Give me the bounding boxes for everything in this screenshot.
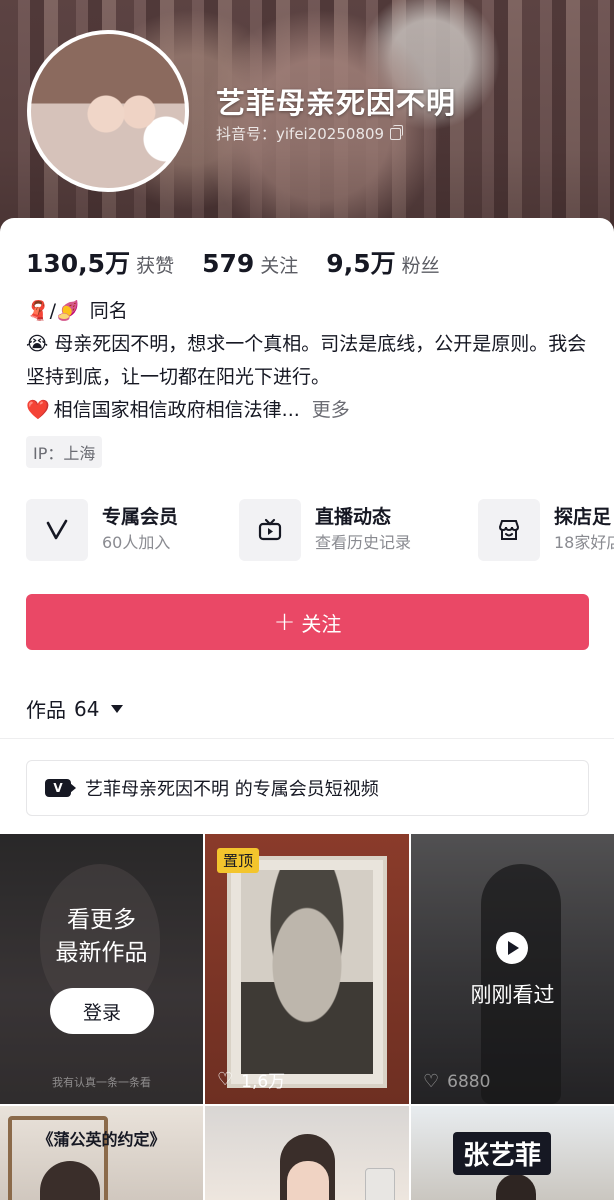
ip-location-tag: IP：上海 bbox=[26, 436, 103, 468]
stat-likes-label: 获赞 bbox=[136, 255, 175, 277]
entry-live[interactable]: 直播动态 查看历史记录 bbox=[239, 498, 411, 562]
heart-icon: ♡ bbox=[423, 1071, 440, 1092]
video-caption: 我有认真一条一条看 bbox=[52, 1076, 151, 1089]
like-count-value: 1,6万 bbox=[241, 1072, 286, 1092]
tab-works-count: 64 bbox=[74, 696, 100, 721]
bio-line-3: ❤️ 相信国家相信政府相信法律... 更多 bbox=[26, 394, 596, 427]
entry-store-title: 探店足 bbox=[554, 506, 612, 528]
tab-works-label: 作品 bbox=[26, 698, 66, 722]
plus-icon: + bbox=[273, 607, 296, 637]
entry-member-subtitle: 60人加入 bbox=[102, 533, 171, 552]
store-icon bbox=[478, 499, 540, 561]
bio-text-1: 同名 bbox=[89, 300, 128, 322]
stat-followers-value: 9,5万 bbox=[326, 249, 396, 278]
member-v-icon bbox=[26, 499, 88, 561]
bio-text-3: 相信国家相信政府相信法律... bbox=[53, 399, 300, 421]
follow-button[interactable]: + 关注 bbox=[26, 594, 589, 650]
entry-member[interactable]: 专属会员 60人加入 bbox=[26, 498, 178, 562]
entry-live-title: 直播动态 bbox=[315, 506, 392, 528]
phone-prop bbox=[365, 1168, 395, 1200]
douyin-id-row[interactable]: 抖音号：yifei20250809 bbox=[216, 123, 404, 144]
feature-entries: 专属会员 60人加入 直播动态 查看历史记录 探店足 18家好店 bbox=[26, 498, 614, 562]
portrait-photo-frame bbox=[227, 856, 387, 1088]
video-tile-3[interactable]: 刚刚看过 ♡ 6880 bbox=[411, 834, 614, 1104]
avatar[interactable] bbox=[27, 30, 189, 192]
bio-emoji-1: 🧣/🍠 bbox=[26, 300, 80, 322]
profile-name: 艺菲母亲死因不明 bbox=[216, 86, 457, 120]
bio-text-2: 母亲死因不明，想求一个真相。司法是底线，公开是原则。我会坚持到底，让一切都在阳光… bbox=[26, 333, 587, 388]
pinned-badge: 置顶 bbox=[217, 848, 260, 873]
login-button[interactable]: 登录 bbox=[50, 988, 154, 1034]
stat-likes-value: 130,5万 bbox=[26, 249, 131, 278]
portrait-photo bbox=[241, 870, 373, 1074]
stat-following-value: 579 bbox=[202, 249, 255, 278]
stat-followers[interactable]: 9,5万 粉丝 bbox=[326, 244, 439, 280]
video-title: 张艺菲 bbox=[453, 1132, 552, 1175]
member-video-icon: V bbox=[45, 779, 76, 797]
entry-member-title: 专属会员 bbox=[102, 506, 179, 528]
follow-button-label: 关注 bbox=[301, 611, 342, 636]
just-watched-label: 刚刚看过 bbox=[470, 983, 555, 1007]
bio-more-link[interactable]: 更多 bbox=[312, 394, 350, 427]
thumbnail-overlay bbox=[411, 834, 614, 1104]
entry-live-subtitle: 查看历史记录 bbox=[315, 533, 412, 552]
bio-line-1: 🧣/🍠 同名 bbox=[26, 295, 596, 328]
video-tile-1[interactable]: 看更多 最新作品 登录 我有认真一条一条看 bbox=[0, 834, 203, 1104]
video-tile-6[interactable]: 张艺菲 bbox=[411, 1106, 614, 1200]
person-silhouette bbox=[496, 1174, 536, 1200]
tv-icon bbox=[239, 499, 301, 561]
bio-emoji-3: ❤️ bbox=[26, 399, 50, 421]
entry-store-subtitle: 18家好店 bbox=[554, 533, 614, 552]
see-more-text: 看更多 最新作品 bbox=[55, 907, 148, 966]
entry-store[interactable]: 探店足 18家好店 bbox=[478, 498, 614, 562]
video-tile-2[interactable]: 置顶 ♡ 1,6万 bbox=[205, 834, 409, 1104]
bio[interactable]: 🧣/🍠 同名 😭 母亲死因不明，想求一个真相。司法是底线，公开是原则。我会坚持到… bbox=[26, 295, 596, 427]
stat-following-label: 关注 bbox=[260, 255, 299, 277]
video-thumbnail bbox=[287, 1161, 329, 1200]
video-tile-4[interactable]: 《蒲公英的约定》 bbox=[0, 1106, 203, 1200]
member-videos-banner[interactable]: V 艺菲母亲死因不明 的专属会员短视频 bbox=[26, 760, 589, 816]
member-videos-text: 艺菲母亲死因不明 的专属会员短视频 bbox=[85, 779, 379, 800]
like-count: ♡ 6880 bbox=[423, 1072, 490, 1092]
video-title: 《蒲公英的约定》 bbox=[37, 1130, 166, 1149]
profile-card: 130,5万 获赞 579 关注 9,5万 粉丝 🧣/🍠 同名 😭 母亲死因不明… bbox=[0, 218, 614, 1200]
stat-followers-label: 粉丝 bbox=[401, 255, 440, 277]
divider bbox=[0, 738, 614, 739]
like-count-value: 6880 bbox=[447, 1072, 491, 1092]
stat-following[interactable]: 579 关注 bbox=[202, 249, 298, 278]
caret-down-icon bbox=[111, 704, 124, 713]
douyin-id: 抖音号：yifei20250809 bbox=[216, 125, 385, 143]
heart-icon: ♡ bbox=[217, 1068, 234, 1090]
stat-likes[interactable]: 130,5万 获赞 bbox=[26, 244, 174, 280]
bio-emoji-2: 😭 bbox=[26, 333, 49, 355]
tab-works[interactable]: 作品 64 bbox=[26, 694, 124, 723]
play-icon bbox=[496, 932, 528, 964]
copy-icon[interactable] bbox=[390, 124, 404, 140]
video-tile-5[interactable] bbox=[205, 1106, 409, 1200]
like-count: ♡ 1,6万 bbox=[217, 1067, 285, 1092]
bio-line-2: 😭 母亲死因不明，想求一个真相。司法是底线，公开是原则。我会坚持到底，让一切都在… bbox=[26, 328, 596, 394]
stats-row: 130,5万 获赞 579 关注 9,5万 粉丝 bbox=[26, 244, 440, 280]
